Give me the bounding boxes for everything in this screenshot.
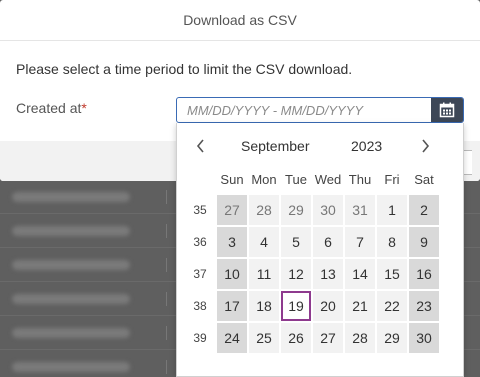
week-number: 36: [193, 235, 207, 249]
calendar-day[interactable]: 27: [217, 195, 247, 225]
calendar-button[interactable]: [431, 98, 463, 122]
calendar-day[interactable]: 10: [217, 259, 247, 289]
date-range-input[interactable]: [177, 98, 431, 122]
weekday-label: Mon: [251, 172, 277, 187]
calendar-day[interactable]: 30: [409, 323, 439, 353]
calendar-day[interactable]: 15: [377, 259, 407, 289]
calendar-day[interactable]: 17: [217, 291, 247, 321]
year-label[interactable]: 2023: [351, 138, 382, 154]
week-number: 37: [193, 267, 207, 281]
dialog-description: Please select a time period to limit the…: [16, 61, 353, 77]
dialog-header: Download as CSV: [0, 0, 480, 41]
calendar-day[interactable]: 16: [409, 259, 439, 289]
date-range-field: [176, 97, 464, 123]
calendar-day[interactable]: 7: [345, 227, 375, 257]
calendar-day-today[interactable]: 19: [281, 291, 311, 321]
calendar-day[interactable]: 18: [249, 291, 279, 321]
calendar-day[interactable]: 31: [345, 195, 375, 225]
weekday-label: Fri: [384, 172, 400, 187]
weekday-label: Thu: [348, 172, 372, 187]
required-marker: *: [81, 100, 87, 116]
week-number: 39: [193, 331, 207, 345]
created-at-label: Created at*: [16, 100, 87, 116]
calendar-day[interactable]: 2: [409, 195, 439, 225]
created-at-label-text: Created at: [16, 100, 82, 116]
calendar-day[interactable]: 9: [409, 227, 439, 257]
calendar-day[interactable]: 29: [281, 195, 311, 225]
calendar-day[interactable]: 28: [249, 195, 279, 225]
calendar-day[interactable]: 29: [377, 323, 407, 353]
calendar-day[interactable]: 23: [409, 291, 439, 321]
calendar-day[interactable]: 5: [281, 227, 311, 257]
calendar-day[interactable]: 25: [249, 323, 279, 353]
month-label[interactable]: September: [241, 138, 309, 154]
calendar-day[interactable]: 3: [217, 227, 247, 257]
calendar-day[interactable]: 21: [345, 291, 375, 321]
calendar-day[interactable]: 6: [313, 227, 343, 257]
chevron-right-icon: [422, 139, 430, 153]
calendar-day[interactable]: 1: [377, 195, 407, 225]
calendar-day[interactable]: 22: [377, 291, 407, 321]
weekday-label: Wed: [314, 172, 342, 187]
calendar-day[interactable]: 26: [281, 323, 311, 353]
calendar-day[interactable]: 8: [377, 227, 407, 257]
dialog-title: Download as CSV: [183, 12, 297, 28]
calendar-day[interactable]: 20: [313, 291, 343, 321]
calendar-day[interactable]: 27: [313, 323, 343, 353]
previous-month-button[interactable]: [191, 135, 211, 157]
calendar-day[interactable]: 14: [345, 259, 375, 289]
calendar-day[interactable]: 28: [345, 323, 375, 353]
calendar-icon: [439, 102, 455, 118]
calendar-day[interactable]: 13: [313, 259, 343, 289]
calendar-day[interactable]: 24: [217, 323, 247, 353]
chevron-left-icon: [196, 139, 204, 153]
calendar-day[interactable]: 4: [249, 227, 279, 257]
calendar-day[interactable]: 30: [313, 195, 343, 225]
next-month-button[interactable]: [415, 135, 435, 157]
date-picker-popup: September 2023 Sun Mon Tue Wed Thu Fri Sat 35 2…: [176, 123, 464, 377]
week-number: 38: [193, 299, 207, 313]
calendar-header: September 2023: [177, 135, 465, 157]
weekday-label: Sun: [220, 172, 244, 187]
calendar-day[interactable]: 12: [281, 259, 311, 289]
weekday-label: Sat: [414, 172, 434, 187]
weekday-label: Tue: [285, 172, 307, 187]
calendar-day[interactable]: 11: [249, 259, 279, 289]
week-number: 35: [193, 203, 207, 217]
